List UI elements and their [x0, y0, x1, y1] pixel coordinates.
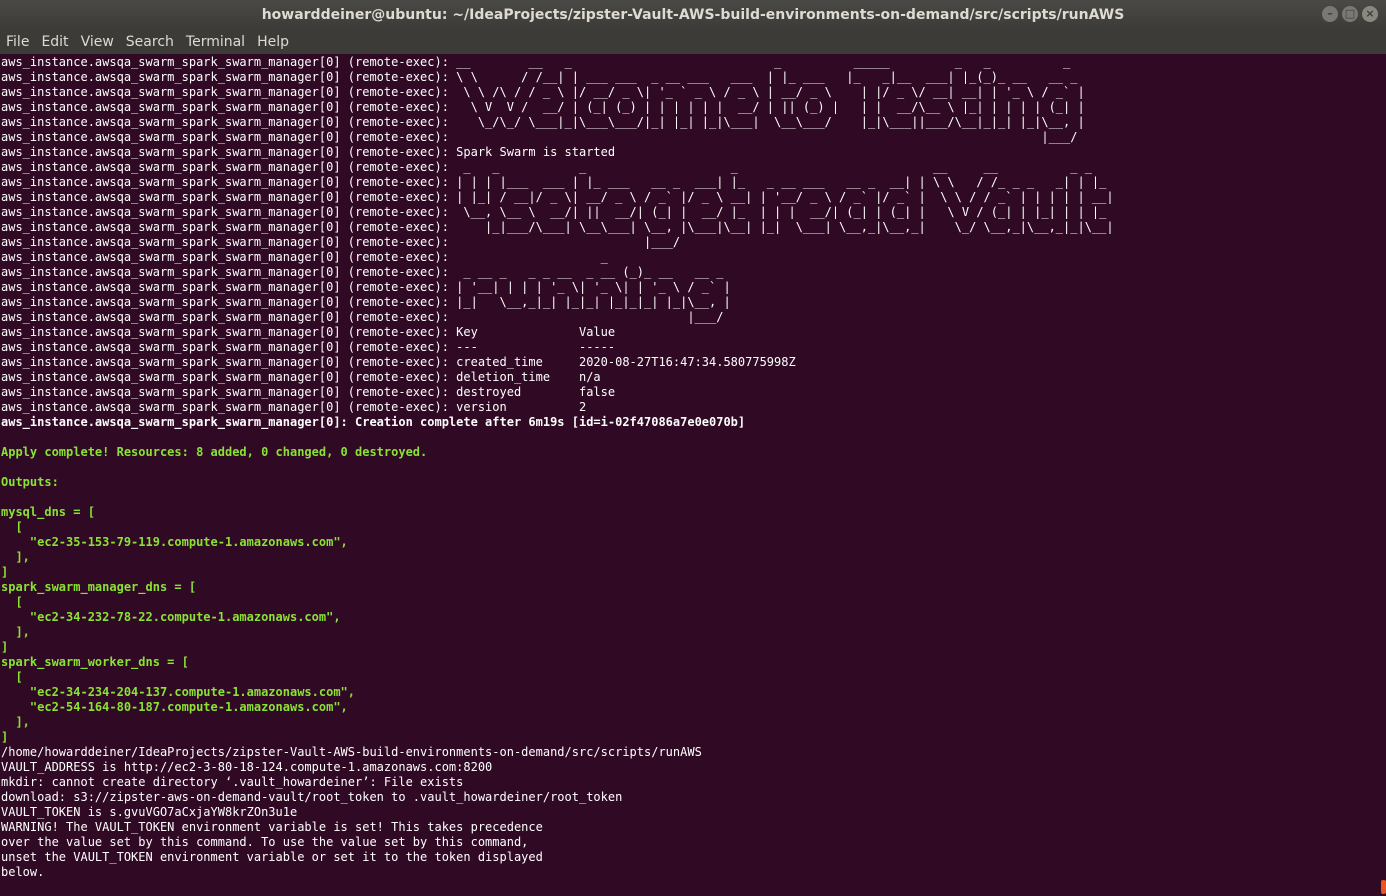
maximize-icon[interactable]: □ [1342, 6, 1358, 22]
terminal-line: ], [1, 550, 30, 564]
menu-edit[interactable]: Edit [35, 34, 74, 50]
terminal-line: [ [1, 595, 23, 609]
terminal-line: aws_instance.awsqa_swarm_spark_swarm_man… [1, 370, 601, 384]
terminal-line: aws_instance.awsqa_swarm_spark_swarm_man… [1, 340, 616, 354]
window-controls: – □ × [1322, 6, 1378, 22]
terminal-line: aws_instance.awsqa_swarm_spark_swarm_man… [1, 70, 1078, 84]
terminal-line: download: s3://zipster-aws-on-demand-vau… [1, 790, 623, 804]
terminal-line: VAULT_TOKEN is s.gvuVGO7aCxjaYW8krZOn3u1… [1, 805, 298, 819]
terminal-line: ] [1, 730, 9, 744]
terminal-line: ] [1, 565, 9, 579]
terminal-line: aws_instance.awsqa_swarm_spark_swarm_man… [1, 145, 616, 159]
terminal-line: aws_instance.awsqa_swarm_spark_swarm_man… [1, 385, 616, 399]
terminal-line: spark_swarm_manager_dns = [ [1, 580, 197, 594]
terminal-line: aws_instance.awsqa_swarm_spark_swarm_man… [1, 160, 1092, 174]
terminal-line: aws_instance.awsqa_swarm_spark_swarm_man… [1, 55, 1071, 69]
terminal-line: aws_instance.awsqa_swarm_spark_swarm_man… [1, 100, 1085, 114]
menu-search[interactable]: Search [120, 34, 180, 50]
terminal-line: ], [1, 715, 30, 729]
terminal-line: "ec2-34-232-78-22.compute-1.amazonaws.co… [1, 610, 341, 624]
terminal-line: aws_instance.awsqa_swarm_spark_swarm_man… [1, 85, 1085, 99]
terminal-output[interactable]: aws_instance.awsqa_swarm_spark_swarm_man… [1, 55, 1381, 895]
menu-file[interactable]: File [0, 34, 35, 50]
terminal-line: [ [1, 520, 23, 534]
terminal-line: spark_swarm_worker_dns = [ [1, 655, 189, 669]
terminal-line: aws_instance.awsqa_swarm_spark_swarm_man… [1, 355, 796, 369]
window-titlebar[interactable]: howarddeiner@ubuntu: ~/IdeaProjects/zips… [0, 0, 1386, 30]
menu-bar: File Edit View Search Terminal Help [0, 30, 1386, 54]
terminal-line: Apply complete! Resources: 8 added, 0 ch… [1, 445, 428, 459]
terminal-line: aws_instance.awsqa_swarm_spark_swarm_man… [1, 280, 731, 294]
terminal-line: aws_instance.awsqa_swarm_spark_swarm_man… [1, 400, 587, 414]
terminal-line: aws_instance.awsqa_swarm_spark_swarm_man… [1, 310, 724, 324]
terminal-line: aws_instance.awsqa_swarm_spark_swarm_man… [1, 250, 608, 264]
minimize-icon[interactable]: – [1322, 6, 1338, 22]
terminal-line: aws_instance.awsqa_swarm_spark_swarm_man… [1, 190, 1114, 204]
terminal-line: "ec2-54-164-80-187.compute-1.amazonaws.c… [1, 700, 348, 714]
terminal-line: VAULT_ADDRESS is http://ec2-3-80-18-124.… [1, 760, 493, 774]
menu-terminal[interactable]: Terminal [180, 34, 251, 50]
terminal-line: aws_instance.awsqa_swarm_spark_swarm_man… [1, 220, 1114, 234]
close-icon[interactable]: × [1362, 6, 1378, 22]
terminal-line: /home/howarddeiner/IdeaProjects/zipster-… [1, 745, 702, 759]
terminal-line: mysql_dns = [ [1, 505, 95, 519]
terminal-line: WARNING! The VAULT_TOKEN environment var… [1, 820, 543, 834]
window-title: howarddeiner@ubuntu: ~/IdeaProjects/zips… [261, 7, 1125, 23]
terminal-line: Outputs: [1, 475, 59, 489]
terminal-line: aws_instance.awsqa_swarm_spark_swarm_man… [1, 115, 1085, 129]
terminal-line: ], [1, 625, 30, 639]
terminal-line: aws_instance.awsqa_swarm_spark_swarm_man… [1, 175, 1107, 189]
terminal-line: over the value set by this command. To u… [1, 835, 529, 849]
scrollbar-thumb[interactable] [1381, 880, 1386, 894]
terminal-line: aws_instance.awsqa_swarm_spark_swarm_man… [1, 325, 616, 339]
terminal-line: ] [1, 640, 9, 654]
menu-help[interactable]: Help [251, 34, 295, 50]
menu-view[interactable]: View [75, 34, 120, 50]
terminal-line: "ec2-35-153-79-119.compute-1.amazonaws.c… [1, 535, 348, 549]
terminal-line: [ [1, 670, 23, 684]
terminal-line: unset the VAULT_TOKEN environment variab… [1, 850, 543, 864]
terminal-line: aws_instance.awsqa_swarm_spark_swarm_man… [1, 130, 1078, 144]
terminal-line: mkdir: cannot create directory ‘.vault_h… [1, 775, 464, 789]
terminal-line: aws_instance.awsqa_swarm_spark_swarm_man… [1, 415, 746, 429]
terminal-line: aws_instance.awsqa_swarm_spark_swarm_man… [1, 235, 681, 249]
terminal-line: below. [1, 865, 45, 879]
terminal-line: aws_instance.awsqa_swarm_spark_swarm_man… [1, 205, 1107, 219]
terminal-line: aws_instance.awsqa_swarm_spark_swarm_man… [1, 265, 724, 279]
terminal-line: "ec2-34-234-204-137.compute-1.amazonaws.… [1, 685, 356, 699]
terminal-line: aws_instance.awsqa_swarm_spark_swarm_man… [1, 295, 731, 309]
